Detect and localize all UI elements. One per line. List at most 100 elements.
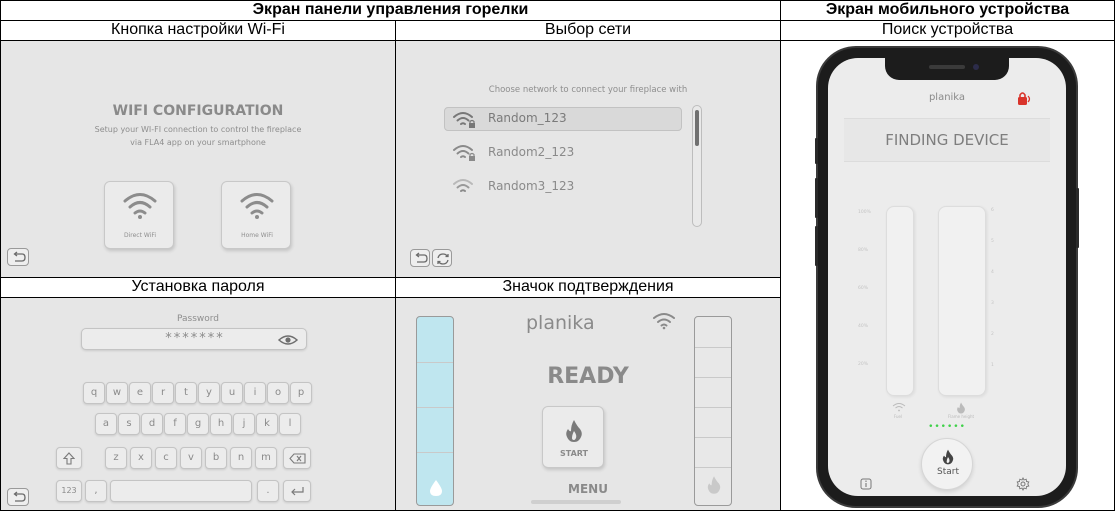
wifi-weak-icon [453, 179, 473, 192]
wifi-icon [240, 193, 274, 219]
back-button[interactable] [7, 248, 29, 266]
network-select-screen: Choose network to connect your fireplace… [396, 41, 780, 277]
phone-speaker [929, 65, 965, 69]
header-device-search: Поиск устройства [881, 21, 1014, 38]
direct-wifi-button[interactable]: Direct WiFi [104, 181, 174, 249]
key-a[interactable]: a [95, 413, 117, 435]
header-network-select: Выбор сети [544, 21, 632, 38]
key-b[interactable]: b [205, 447, 227, 469]
grid-right-col [780, 0, 781, 511]
phone-flame-bar [938, 206, 986, 396]
period-key[interactable]: . [257, 480, 279, 502]
scrollbar-thumb[interactable] [695, 110, 699, 146]
flame-icon [942, 449, 954, 465]
numbers-key[interactable]: 123 [56, 480, 82, 502]
phone-notch [885, 58, 1009, 80]
flame-tick-label: 3 [991, 301, 994, 306]
phone-side-button [815, 138, 818, 164]
key-m[interactable]: m [255, 447, 277, 469]
key-y[interactable]: y [198, 382, 220, 404]
fuel-tick-label: 80% [858, 248, 869, 253]
flame-icon [957, 402, 965, 414]
key-o[interactable]: o [267, 382, 289, 404]
enter-key[interactable] [283, 480, 311, 502]
lock-alert-icon[interactable] [1016, 90, 1032, 106]
menu-underline [531, 500, 621, 504]
flame-tick-label: 2 [991, 332, 994, 337]
key-u[interactable]: u [221, 382, 243, 404]
flame-tick-label: 5 [991, 239, 994, 244]
flame-icon [566, 420, 582, 442]
key-p[interactable]: p [290, 382, 312, 404]
network-scrollbar[interactable] [692, 105, 702, 227]
header-burner-panel: Экран панели управления горелки [252, 1, 529, 18]
key-n[interactable]: n [230, 447, 252, 469]
phone-progress-dots: •••••• [928, 422, 966, 432]
key-w[interactable]: w [106, 382, 128, 404]
phone-volume-down [815, 226, 818, 266]
shift-arrow-icon [63, 452, 75, 465]
backspace-key[interactable] [283, 447, 311, 469]
wifi-config-title: WIFI CONFIGURATION [112, 103, 284, 119]
network-name-2[interactable]: Random2_123 [488, 145, 574, 159]
key-f[interactable]: f [164, 413, 186, 435]
key-l[interactable]: l [279, 413, 301, 435]
ready-brand: planika [526, 312, 595, 334]
network-name-3[interactable]: Random3_123 [488, 179, 574, 193]
phone-camera [973, 64, 979, 70]
flame-height-bar [694, 316, 732, 506]
space-key[interactable] [110, 480, 252, 502]
phone-fuel-bar [886, 206, 914, 396]
fuel-tick-label: 40% [858, 324, 869, 329]
wifi-icon [123, 193, 157, 219]
back-arrow-icon [13, 251, 26, 262]
start-button[interactable]: START [542, 406, 604, 468]
phone-status-panel: FINDING DEVICE [844, 118, 1050, 162]
shift-key[interactable] [56, 447, 82, 469]
comma-key[interactable]: , [85, 480, 107, 502]
key-d[interactable]: d [141, 413, 163, 435]
key-h[interactable]: h [210, 413, 232, 435]
key-t[interactable]: t [175, 382, 197, 404]
refresh-button[interactable] [432, 249, 452, 267]
key-k[interactable]: k [256, 413, 278, 435]
key-e[interactable]: e [129, 382, 151, 404]
phone-screen: planika FINDING DEVICE 100% 80% 60% 40% 20% … [828, 58, 1066, 496]
back-button[interactable] [7, 488, 29, 506]
phone-power-button [1076, 188, 1079, 248]
key-r[interactable]: r [152, 382, 174, 404]
key-c[interactable]: c [155, 447, 177, 469]
fuel-tick-label: 60% [858, 286, 869, 291]
eye-icon[interactable] [278, 334, 298, 346]
info-icon[interactable] [860, 478, 872, 490]
settings-gear-icon[interactable] [1016, 477, 1030, 491]
refresh-icon [437, 253, 449, 265]
home-wifi-button[interactable]: Home WiFi [221, 181, 291, 249]
wifi-config-line1: Setup your WI-FI connection to control t… [94, 125, 302, 134]
key-q[interactable]: q [83, 382, 105, 404]
back-button[interactable] [410, 249, 430, 267]
key-j[interactable]: j [233, 413, 255, 435]
flame-tick-label: 4 [991, 270, 994, 275]
header-wifi-button: Кнопка настройки Wi-Fi [111, 21, 285, 38]
wifi-icon [653, 313, 675, 330]
key-x[interactable]: x [130, 447, 152, 469]
password-field[interactable]: ******* [81, 328, 307, 350]
key-v[interactable]: v [180, 447, 202, 469]
phone-frame: planika FINDING DEVICE 100% 80% 60% 40% 20% … [815, 48, 1079, 506]
key-i[interactable]: i [244, 382, 266, 404]
key-g[interactable]: g [187, 413, 209, 435]
home-wifi-label: Home WiFi [241, 232, 273, 239]
header-password-set: Установка пароля [131, 278, 265, 295]
phone-start-button[interactable]: Start [921, 438, 973, 490]
key-s[interactable]: s [118, 413, 140, 435]
wifi-icon [892, 403, 906, 412]
flame-icon [707, 476, 721, 494]
wifi-lock-icon [453, 145, 475, 161]
wifi-lock-icon [453, 112, 475, 128]
key-z[interactable]: z [105, 447, 127, 469]
ready-screen: planika READY START MENU [396, 298, 780, 510]
network-prompt: Choose network to connect your fireplace… [488, 85, 688, 95]
fuel-tick-label: 100% [858, 210, 871, 215]
phone-fuel-caption: Fuel [893, 414, 903, 419]
